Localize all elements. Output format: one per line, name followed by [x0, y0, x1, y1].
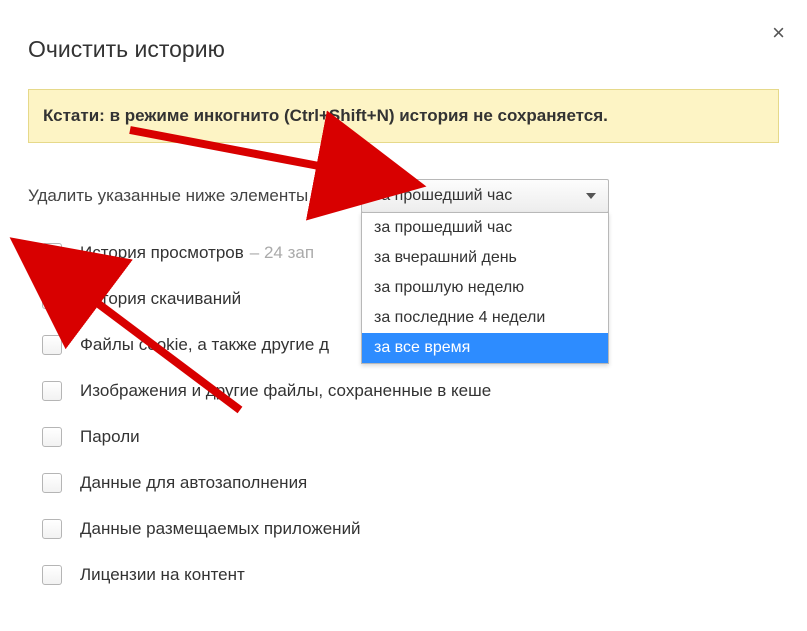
data-type-label: Файлы cookie, а также другие д — [80, 335, 329, 355]
checkbox[interactable] — [42, 289, 62, 309]
data-type-label: Изображения и другие файлы, сохраненные … — [80, 381, 491, 401]
data-type-label: История скачиваний — [80, 289, 241, 309]
time-range-select[interactable]: за прошедший час — [361, 179, 609, 213]
data-type-label: История просмотров — [80, 243, 244, 263]
incognito-banner: Кстати: в режиме инкогнито (Ctrl+Shift+N… — [28, 89, 779, 143]
data-type-label: Пароли — [80, 427, 140, 447]
data-type-label: Лицензии на контент — [80, 565, 245, 585]
time-range-selected: за прошедший час — [374, 187, 512, 205]
time-range-option[interactable]: за вчерашний день — [362, 243, 608, 273]
time-range-option[interactable]: за все время — [362, 333, 608, 363]
checkbox[interactable] — [42, 243, 62, 263]
time-range-option[interactable]: за последние 4 недели — [362, 303, 608, 333]
data-type-label: Данные для автозаполнения — [80, 473, 307, 493]
checkbox[interactable] — [42, 565, 62, 585]
close-icon[interactable]: × — [772, 22, 785, 44]
data-type-label: Данные размещаемых приложений — [80, 519, 361, 539]
data-type-row: Лицензии на контент — [42, 565, 779, 585]
clear-history-dialog: × Очистить историю Кстати: в режиме инко… — [0, 0, 807, 631]
data-type-row: Данные размещаемых приложений — [42, 519, 779, 539]
checkbox[interactable] — [42, 519, 62, 539]
data-type-row: Пароли — [42, 427, 779, 447]
dialog-title: Очистить историю — [28, 36, 779, 63]
chevron-down-icon — [586, 193, 596, 199]
data-type-row: Изображения и другие файлы, сохраненные … — [42, 381, 779, 401]
data-type-row: Данные для автозаполнения — [42, 473, 779, 493]
checkbox[interactable] — [42, 427, 62, 447]
time-range-dropdown: за прошедший час за прошедший часза вчер… — [361, 179, 609, 213]
time-range-option[interactable]: за прошедший час — [362, 213, 608, 243]
banner-prefix: Кстати: — [43, 106, 110, 125]
data-type-note: – 24 зап — [250, 243, 314, 263]
time-range-options: за прошедший часза вчерашний деньза прош… — [361, 212, 609, 364]
checkbox[interactable] — [42, 381, 62, 401]
time-range-label: Удалить указанные ниже элементы — [28, 186, 308, 206]
time-range-row: Удалить указанные ниже элементы за проше… — [28, 179, 779, 213]
time-range-option[interactable]: за прошлую неделю — [362, 273, 608, 303]
checkbox[interactable] — [42, 335, 62, 355]
checkbox[interactable] — [42, 473, 62, 493]
banner-text: в режиме инкогнито (Ctrl+Shift+N) истори… — [110, 106, 608, 125]
